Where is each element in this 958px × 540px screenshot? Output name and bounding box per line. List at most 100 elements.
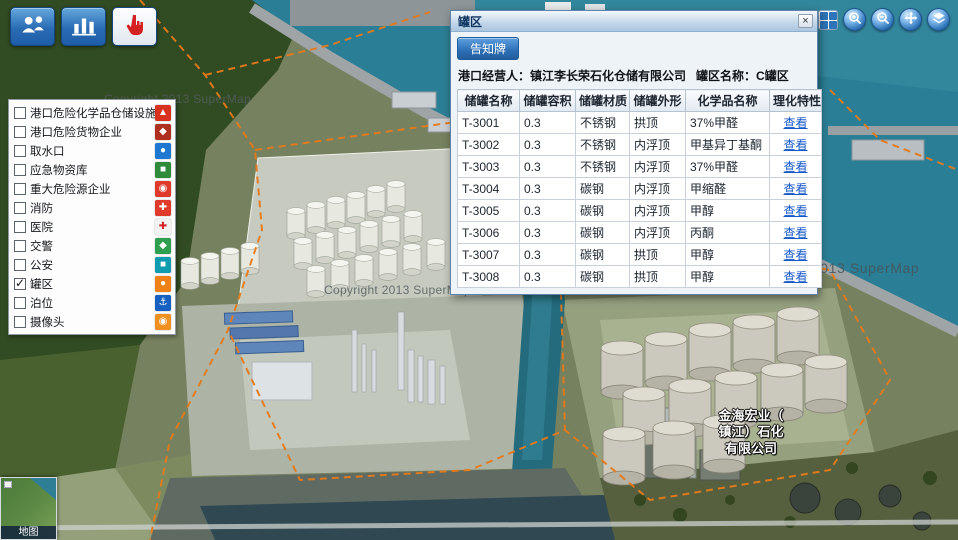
tank-row: T-3003 0.3 不锈钢 内浮顶 37%甲醛 查看: [458, 156, 822, 178]
tank-name-cell: T-3007: [458, 244, 520, 266]
layer-checkbox[interactable]: [14, 240, 26, 252]
layer-row[interactable]: 消防 ✚: [11, 198, 173, 217]
layer-row[interactable]: 公安 ■: [11, 255, 173, 274]
view-link[interactable]: 查看: [783, 248, 807, 262]
layer-row[interactable]: 罐区 ●: [11, 274, 173, 293]
layer-type-icon: ◉: [155, 181, 171, 197]
hand-touch-icon: [122, 13, 148, 40]
table-header: 理化特性: [770, 90, 822, 112]
layer-label: 泊位: [30, 295, 155, 311]
layer-label: 消防: [30, 200, 155, 216]
layer-type-icon: ⚓: [155, 295, 171, 311]
dialog-titlebar[interactable]: 罐区 ×: [451, 11, 817, 32]
tank-shape-cell: 拱顶: [630, 112, 686, 134]
tank-name-cell: T-3006: [458, 222, 520, 244]
tank-shape-cell: 拱顶: [630, 244, 686, 266]
layer-type-icon: ▲: [155, 105, 171, 121]
table-header-row: 储罐名称 储罐容积 储罐材质 储罐外形 化学品名称 理化特性: [458, 90, 822, 112]
tank-material-cell: 不锈钢: [576, 134, 630, 156]
layer-row[interactable]: 医院 ✚: [11, 217, 173, 236]
layer-type-icon: ●: [155, 143, 171, 159]
tank-row: T-3001 0.3 不锈钢 拱顶 37%甲醛 查看: [458, 112, 822, 134]
zoom-in-button[interactable]: [843, 8, 866, 31]
layer-label: 罐区: [30, 276, 155, 292]
layer-checkbox[interactable]: [14, 297, 26, 309]
tank-area-value: C罐区: [756, 69, 789, 83]
layer-row[interactable]: 取水口 ●: [11, 141, 173, 160]
table-header: 储罐容积: [520, 90, 576, 112]
layer-checkbox[interactable]: [14, 145, 26, 157]
tank-volume-cell: 0.3: [520, 112, 576, 134]
zoom-out-button[interactable]: [871, 8, 894, 31]
layers-button[interactable]: [927, 8, 950, 31]
view-link[interactable]: 查看: [783, 138, 807, 152]
layer-checkbox[interactable]: [14, 259, 26, 271]
grid-layout-button[interactable]: [818, 10, 838, 30]
tank-volume-cell: 0.3: [520, 222, 576, 244]
layer-checkbox[interactable]: [14, 221, 26, 233]
layer-row[interactable]: 交警 ◆: [11, 236, 173, 255]
view-link[interactable]: 查看: [783, 204, 807, 218]
layer-row[interactable]: 摄像头 ◉: [11, 312, 173, 331]
layer-label: 应急物资库: [30, 162, 155, 178]
layer-checkbox[interactable]: [14, 183, 26, 195]
tank-chemical-cell: 甲醇: [686, 244, 770, 266]
dialog-info-line: 港口经营人：镇江李长荣石化仓储有限公司罐区名称：C罐区: [458, 67, 811, 84]
layer-checkbox[interactable]: [14, 202, 26, 214]
tank-material-cell: 碳钢: [576, 244, 630, 266]
layer-row[interactable]: 泊位 ⚓: [11, 293, 173, 312]
layer-checkbox[interactable]: [14, 316, 26, 328]
tank-chemical-cell: 丙酮: [686, 222, 770, 244]
layers-icon: [932, 11, 946, 28]
layer-row[interactable]: 应急物资库 ■: [11, 160, 173, 179]
map-controls: [818, 8, 950, 31]
table-header: 储罐材质: [576, 90, 630, 112]
tank-shape-cell: 内浮顶: [630, 222, 686, 244]
view-link[interactable]: 查看: [783, 270, 807, 284]
tank-area-label: 罐区名称：: [696, 69, 756, 83]
view-link[interactable]: 查看: [783, 226, 807, 240]
tank-row: T-3007 0.3 碳钢 拱顶 甲醇 查看: [458, 244, 822, 266]
layer-label: 摄像头: [30, 314, 155, 330]
tank-volume-cell: 0.3: [520, 244, 576, 266]
personnel-button[interactable]: [10, 7, 55, 46]
layer-checkbox[interactable]: [14, 107, 26, 119]
tank-material-cell: 碳钢: [576, 200, 630, 222]
layer-row[interactable]: 港口危险货物企业 ◆: [11, 122, 173, 141]
tank-area-dialog: 罐区 × 告知牌 港口经营人：镇江李长荣石化仓储有限公司罐区名称：C罐区 储罐名…: [450, 10, 818, 295]
statistics-button[interactable]: [61, 7, 106, 46]
tank-shape-cell: 内浮顶: [630, 178, 686, 200]
layer-panel: 港口危险化学品仓储设施 ▲ 港口危险货物企业 ◆ 取水口 ● 应急物资库 ■ 重…: [8, 99, 176, 335]
view-link[interactable]: 查看: [783, 182, 807, 196]
tank-chemical-cell: 甲醇: [686, 266, 770, 288]
zoom-out-icon: [876, 11, 890, 28]
view-link[interactable]: 查看: [783, 160, 807, 174]
tank-chemical-cell: 甲基异丁基酮: [686, 134, 770, 156]
close-icon[interactable]: ×: [798, 14, 813, 28]
tank-volume-cell: 0.3: [520, 134, 576, 156]
tank-row: T-3002 0.3 不锈钢 内浮顶 甲基异丁基酮 查看: [458, 134, 822, 156]
touch-mode-button[interactable]: [112, 7, 157, 46]
layer-row[interactable]: 重大危险源企业 ◉: [11, 179, 173, 198]
zoom-in-icon: [848, 11, 862, 28]
view-link[interactable]: 查看: [783, 116, 807, 130]
layer-checkbox[interactable]: [14, 278, 26, 290]
layer-label: 港口危险货物企业: [30, 124, 155, 140]
pan-button[interactable]: [899, 8, 922, 31]
pan-icon: [904, 11, 918, 28]
minimap-water: [30, 478, 56, 500]
minimap-label: 地图: [1, 526, 56, 539]
tank-shape-cell: 内浮顶: [630, 134, 686, 156]
dialog-title: 罐区: [458, 13, 798, 30]
layer-row[interactable]: 港口危险化学品仓储设施 ▲: [11, 103, 173, 122]
notice-board-button[interactable]: 告知牌: [457, 37, 519, 60]
table-header: 储罐外形: [630, 90, 686, 112]
layer-checkbox[interactable]: [14, 164, 26, 176]
overview-minimap[interactable]: 地图: [0, 477, 57, 540]
tank-row: T-3006 0.3 碳钢 内浮顶 丙酮 查看: [458, 222, 822, 244]
layer-label: 取水口: [30, 143, 155, 159]
layer-type-icon: ◆: [155, 238, 171, 254]
tank-name-cell: T-3008: [458, 266, 520, 288]
layer-checkbox[interactable]: [14, 126, 26, 138]
tank-chemical-cell: 37%甲醛: [686, 112, 770, 134]
